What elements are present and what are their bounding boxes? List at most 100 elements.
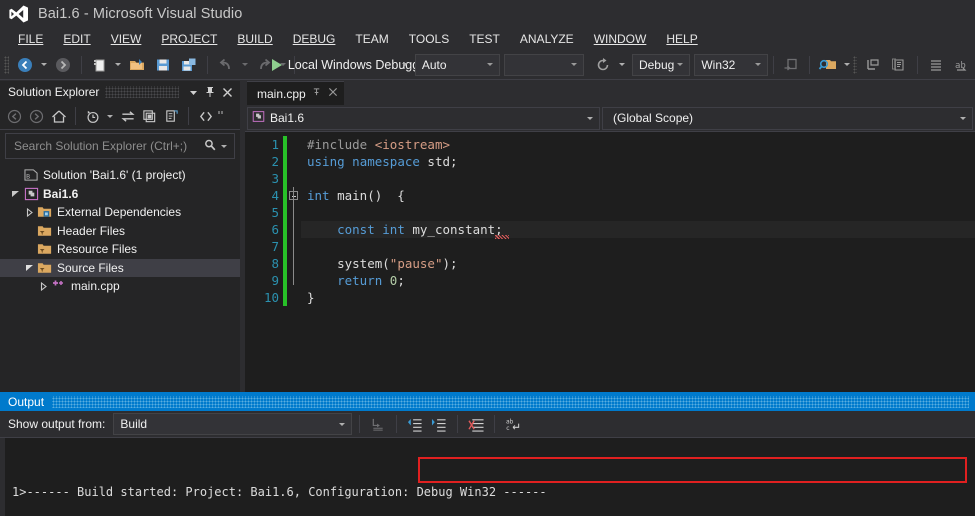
chevron-down-icon	[754, 63, 761, 66]
uncomment-selection-icon[interactable]	[886, 54, 912, 76]
code-editor-panel: main.cpp Bai1.6 (Global Scope) 1 2 3 4 5…	[245, 81, 975, 392]
pin-icon[interactable]	[202, 84, 219, 101]
new-item-icon[interactable]	[86, 54, 112, 76]
clear-all-icon[interactable]	[465, 414, 487, 435]
show-all-files-icon[interactable]	[195, 106, 216, 127]
project-scope-combo[interactable]: Bai1.6	[247, 106, 600, 130]
toolbar-grip-2[interactable]	[852, 55, 858, 74]
find-dropdown-icon[interactable]	[843, 63, 850, 66]
tree-item-header-files[interactable]: Header Files	[0, 222, 240, 241]
menu-build[interactable]: BUILD	[227, 30, 282, 48]
tree-item-solution[interactable]: B Solution 'Bai1.6' (1 project)	[0, 166, 240, 185]
code-line-10: }	[307, 290, 315, 305]
navigate-back-icon[interactable]	[12, 54, 38, 76]
refresh-icon[interactable]	[590, 54, 616, 76]
search-solution-explorer-box[interactable]	[5, 133, 235, 159]
toggle-word-wrap-icon[interactable]: ab c	[502, 414, 524, 435]
menu-edit[interactable]: EDIT	[53, 30, 100, 48]
solution-explorer-header: Solution Explorer	[0, 81, 240, 103]
tree-item-external-dependencies[interactable]: External Dependencies	[0, 203, 240, 222]
forward-icon	[26, 106, 47, 127]
save-icon[interactable]	[150, 54, 176, 76]
refresh-dropdown-icon[interactable]	[618, 63, 625, 66]
folder-filter-icon	[36, 224, 54, 238]
toolbar-grip[interactable]	[4, 55, 9, 74]
find-in-files-icon[interactable]	[815, 54, 841, 76]
menu-tools[interactable]: TOOLS	[399, 30, 459, 48]
tree-item-resource-files[interactable]: Resource Files	[0, 240, 240, 259]
configuration-combo[interactable]: Debug	[631, 53, 691, 76]
twisty-collapsed[interactable]	[36, 281, 50, 291]
new-item-dropdown-icon[interactable]	[115, 63, 122, 66]
menu-view[interactable]: VIEW	[101, 30, 152, 48]
fold-guide-line	[293, 187, 294, 285]
close-icon[interactable]	[219, 84, 236, 101]
output-drag-dots[interactable]	[52, 395, 969, 408]
refresh-solution-icon[interactable]	[139, 106, 160, 127]
tab-main-cpp[interactable]: main.cpp	[247, 81, 344, 105]
code-text-area[interactable]: 1 2 3 4 5 6 7 8 9 10 #include <iostream>…	[245, 132, 975, 392]
start-debugging-button[interactable]: Local Windows Debugger	[271, 54, 430, 76]
platform-combo[interactable]: Win32	[694, 53, 768, 76]
pending-changes-dropdown-icon[interactable]	[107, 114, 113, 118]
menu-help[interactable]: HELP	[656, 30, 707, 48]
comment-selection-icon[interactable]	[860, 54, 886, 76]
menu-window[interactable]: WINDOW	[584, 30, 657, 48]
menu-file[interactable]: FILE	[8, 30, 53, 48]
outlining-margin[interactable]	[287, 132, 301, 392]
close-icon[interactable]	[328, 87, 338, 100]
collapse-all-icon[interactable]	[161, 106, 182, 127]
solution-explorer-toolbar	[0, 103, 240, 130]
open-file-icon[interactable]	[124, 54, 150, 76]
menu-build-label: BUILD	[237, 32, 273, 46]
menu-team[interactable]: TEAM	[345, 30, 398, 48]
previous-message-icon[interactable]	[404, 414, 426, 435]
overflow-icon[interactable]	[217, 106, 229, 127]
twisty-collapsed[interactable]	[22, 207, 36, 217]
more-commands-icon[interactable]: ab	[949, 54, 975, 76]
search-input[interactable]	[12, 138, 203, 154]
output-panel-toolbar: Show output from: Build ab c	[0, 411, 975, 438]
tree-item-source-files[interactable]: Source Files	[0, 258, 240, 277]
tree-item-project[interactable]: Bai1.6	[0, 185, 240, 204]
sync-with-active-document-icon[interactable]	[117, 106, 138, 127]
menu-test[interactable]: TEST	[459, 30, 510, 48]
show-output-from-label: Show output from:	[8, 417, 106, 431]
pending-changes-icon[interactable]	[82, 106, 103, 127]
navigate-forward-icon[interactable]	[50, 54, 76, 76]
menu-debug-label: DEBUG	[292, 32, 336, 46]
tree-item-main-cpp[interactable]: main.cpp	[0, 277, 240, 296]
panel-drag-dots[interactable]	[105, 86, 179, 98]
increase-indent-icon[interactable]	[923, 54, 949, 76]
code-lines[interactable]: #include <iostream> using namespace std;…	[301, 132, 975, 392]
pin-icon[interactable]	[312, 87, 322, 100]
output-text[interactable]: 1>------ Build started: Project: Bai1.6,…	[0, 438, 975, 516]
magnifier-icon[interactable]	[203, 138, 217, 155]
code-line-1: #include <iostream>	[307, 137, 450, 152]
configuration-value: Debug	[638, 57, 675, 72]
standard-toolbar: Local Windows Debugger Auto Debug Win32	[0, 50, 975, 80]
search-dropdown-icon[interactable]	[221, 144, 227, 148]
next-message-icon[interactable]	[428, 414, 450, 435]
toolbar-separator-1	[80, 55, 82, 74]
twisty-expanded[interactable]	[22, 263, 36, 272]
secondary-combo[interactable]	[503, 53, 584, 76]
menu-project[interactable]: PROJECT	[151, 30, 227, 48]
output-source-combo[interactable]: Build	[113, 413, 353, 435]
navigate-back-dropdown-icon[interactable]	[40, 63, 47, 66]
platform-target-combo[interactable]: Auto	[414, 53, 500, 76]
main-area: Solution Explorer Search Solution Explor…	[0, 81, 975, 392]
member-scope-combo[interactable]: (Global Scope)	[602, 106, 973, 130]
menu-debug[interactable]: DEBUG	[283, 30, 346, 48]
home-icon[interactable]	[48, 106, 69, 127]
twisty-expanded[interactable]	[8, 189, 22, 198]
cpp-project-icon	[22, 187, 40, 201]
save-all-icon[interactable]	[176, 54, 202, 76]
chevron-down-icon[interactable]	[185, 84, 202, 101]
error-highlight-box	[418, 457, 967, 483]
line-number: 1	[271, 137, 279, 152]
menu-analyze[interactable]: ANALYZE	[510, 30, 584, 48]
start-debug-dropdown-icon[interactable]	[401, 63, 408, 66]
go-to-message-icon	[367, 414, 389, 435]
undo-dropdown-icon[interactable]	[241, 63, 248, 66]
